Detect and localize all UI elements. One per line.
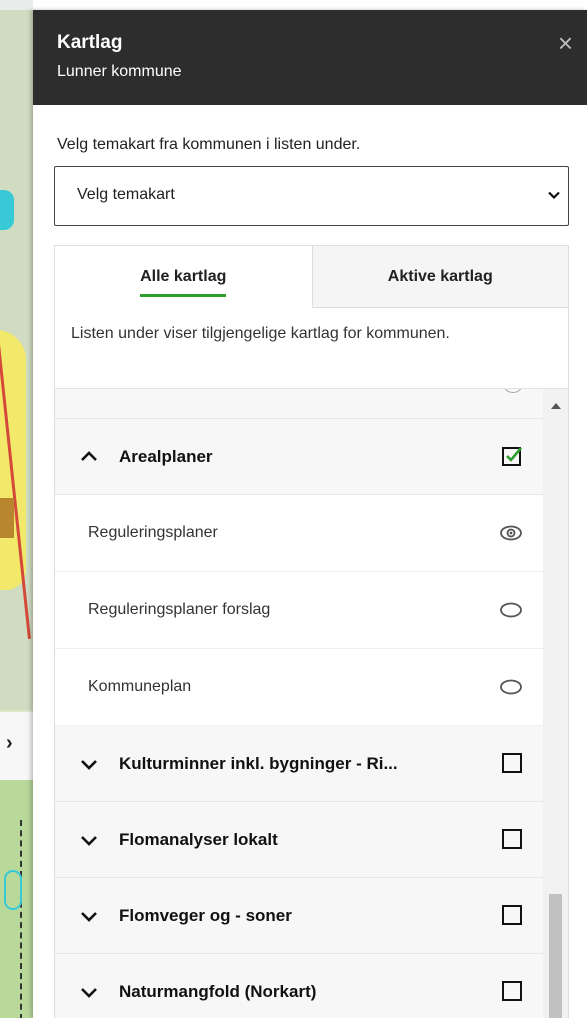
layer-group-name: Arealplaner bbox=[119, 446, 213, 466]
tab-active-layers[interactable]: Aktive kartlag bbox=[311, 246, 568, 308]
layer-item-name: Reguleringsplaner bbox=[88, 524, 218, 541]
layer-list[interactable]: Arealplaner Reguleringsplaner Regulering… bbox=[55, 389, 545, 1018]
eye-icon[interactable] bbox=[499, 522, 523, 544]
list-item-partial bbox=[55, 389, 545, 419]
map-stream bbox=[4, 870, 22, 910]
layer-group-name: Kulturminner inkl. bygninger - Ri... bbox=[119, 753, 398, 773]
collapse-arrow-icon[interactable]: › bbox=[6, 733, 13, 753]
map-area-yellow bbox=[0, 330, 26, 590]
layer-item-kommuneplan[interactable]: Kommuneplan bbox=[55, 649, 545, 726]
map-water bbox=[0, 190, 14, 230]
chevron-up-icon[interactable] bbox=[77, 445, 101, 469]
checkbox-icon[interactable] bbox=[501, 828, 523, 850]
layer-group-naturmangfold[interactable]: Naturmangfold (Norkart) bbox=[55, 954, 545, 1018]
tab-all-layers[interactable]: Alle kartlag bbox=[55, 246, 312, 308]
layer-item-reguleringsplaner[interactable]: Reguleringsplaner bbox=[55, 495, 545, 572]
layer-group-flomanalyser[interactable]: Flomanalyser lokalt bbox=[55, 802, 545, 878]
map-blank-area bbox=[0, 712, 33, 782]
chevron-down-icon bbox=[548, 191, 560, 200]
panel-subtitle: Lunner kommune bbox=[57, 63, 182, 80]
eye-off-icon[interactable] bbox=[499, 676, 523, 698]
panel-title: Kartlag bbox=[57, 32, 123, 53]
layer-group-name: Naturmangfold (Norkart) bbox=[119, 981, 317, 1001]
map-building bbox=[0, 498, 14, 538]
chevron-down-icon[interactable] bbox=[77, 980, 101, 1004]
chevron-down-icon[interactable] bbox=[77, 752, 101, 776]
layer-group-arealplaner[interactable]: Arealplaner bbox=[55, 419, 545, 495]
layer-item-reguleringsplaner-forslag[interactable]: Reguleringsplaner forslag bbox=[55, 572, 545, 649]
map-top-strip bbox=[0, 0, 33, 10]
scroll-up-icon[interactable] bbox=[551, 403, 561, 409]
checkbox-icon[interactable] bbox=[501, 752, 523, 774]
layer-group-name: Flomveger og - soner bbox=[119, 905, 292, 925]
layer-list-scrollbar[interactable] bbox=[543, 389, 568, 1018]
eye-off-icon[interactable] bbox=[504, 389, 522, 393]
theme-instruction: Velg temakart fra kommunen i listen unde… bbox=[57, 136, 361, 153]
checkbox-icon[interactable] bbox=[501, 980, 523, 1002]
checkbox-icon[interactable] bbox=[501, 904, 523, 926]
eye-off-icon[interactable] bbox=[499, 599, 523, 621]
map-boundary-line bbox=[20, 820, 22, 1018]
layer-group-kulturminner[interactable]: Kulturminner inkl. bygninger - Ri... bbox=[55, 726, 545, 802]
layer-tabs-container: Alle kartlag Aktive kartlag Listen under… bbox=[54, 245, 569, 1018]
chevron-down-icon[interactable] bbox=[77, 904, 101, 928]
panel-header: Kartlag Lunner kommune × bbox=[33, 10, 587, 105]
map-view[interactable]: › bbox=[0, 0, 33, 1018]
layer-group-name: Flomanalyser lokalt bbox=[119, 829, 278, 849]
checkbox-checked-icon[interactable] bbox=[501, 445, 523, 467]
layer-item-name: Reguleringsplaner forslag bbox=[88, 601, 271, 618]
tab-bar: Alle kartlag Aktive kartlag bbox=[55, 246, 568, 308]
tab-all-layers-label: Alle kartlag bbox=[140, 268, 227, 297]
theme-map-select[interactable]: Velg temakart bbox=[54, 166, 569, 226]
layers-panel: Kartlag Lunner kommune × Velg temakart f… bbox=[33, 10, 587, 1018]
layer-list-description: Listen under viser tilgjengelige kartlag… bbox=[55, 308, 568, 389]
theme-select-value: Velg temakart bbox=[77, 186, 175, 203]
scrollbar-thumb[interactable] bbox=[549, 894, 562, 1018]
close-icon[interactable]: × bbox=[558, 30, 573, 56]
layer-item-name: Kommuneplan bbox=[88, 678, 192, 695]
tab-active-layers-label: Aktive kartlag bbox=[387, 268, 493, 285]
layer-group-flomveger[interactable]: Flomveger og - soner bbox=[55, 878, 545, 954]
chevron-down-icon[interactable] bbox=[77, 828, 101, 852]
